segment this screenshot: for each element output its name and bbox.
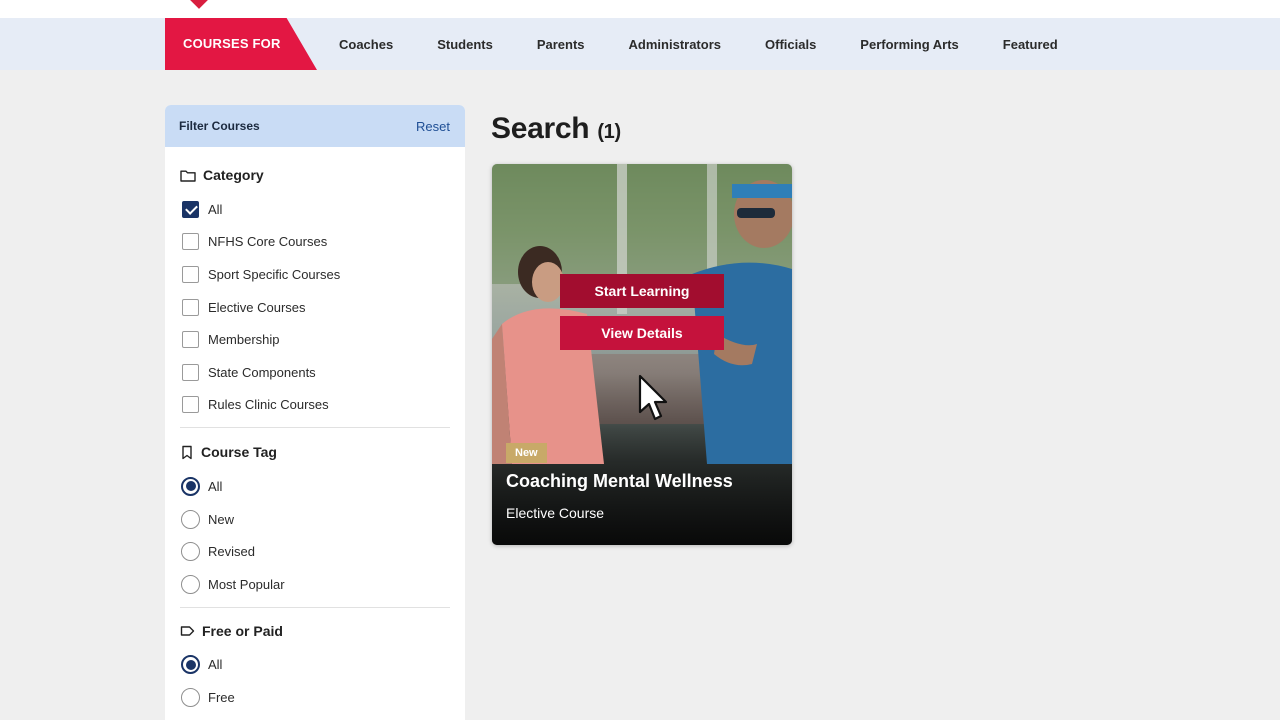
category-option-sport-specific[interactable]: Sport Specific Courses — [180, 258, 450, 291]
courses-for-label: COURSES FOR — [165, 18, 317, 70]
nav-item-administrators[interactable]: Administrators — [629, 37, 721, 52]
tag-option-most-popular[interactable]: Most Popular — [180, 568, 450, 601]
filter-header: Filter Courses Reset — [165, 105, 465, 147]
checkbox[interactable] — [182, 396, 199, 414]
option-label: Rules Clinic Courses — [208, 397, 329, 413]
checkbox[interactable] — [182, 265, 199, 283]
option-label: Sport Specific Courses — [208, 266, 341, 282]
nav-item-students[interactable]: Students — [437, 37, 493, 52]
option-label: State Components — [208, 364, 316, 380]
free-or-paid-section: Free or Paid All Free — [165, 608, 465, 714]
option-label: Membership — [208, 332, 280, 348]
option-label: Most Popular — [208, 576, 285, 592]
category-option-all[interactable]: All — [180, 193, 450, 226]
nav-item-performing-arts[interactable]: Performing Arts — [860, 37, 958, 52]
course-card[interactable]: Start Learning View Details New Coaching… — [492, 164, 792, 545]
result-count: (1) — [597, 121, 621, 143]
reset-button[interactable]: Reset — [416, 119, 450, 134]
tag-icon — [180, 625, 195, 636]
nav-item-coaches[interactable]: Coaches — [339, 37, 393, 52]
bookmark-icon — [182, 445, 192, 459]
price-option-free[interactable]: Free — [180, 681, 450, 714]
nav-item-parents[interactable]: Parents — [537, 37, 585, 52]
course-nav-bar: COURSES FOR Coaches Students Parents Adm… — [0, 18, 1280, 70]
radio-button[interactable] — [181, 509, 200, 529]
checkbox[interactable] — [182, 233, 199, 251]
new-badge: New — [506, 443, 547, 463]
nav-items: Coaches Students Parents Administrators … — [317, 18, 1080, 70]
search-title: Search — [491, 112, 590, 145]
category-option-membership[interactable]: Membership — [180, 323, 450, 356]
course-type: Elective Course — [506, 505, 605, 521]
price-option-all[interactable]: All — [180, 649, 450, 682]
checkbox[interactable] — [182, 363, 199, 381]
filter-title: Filter Courses — [179, 119, 260, 133]
view-details-button[interactable]: View Details — [560, 316, 724, 350]
category-option-rules-clinic[interactable]: Rules Clinic Courses — [180, 389, 450, 422]
option-label: New — [208, 511, 235, 527]
top-header-strip — [0, 0, 1280, 18]
category-option-state-components[interactable]: State Components — [180, 356, 450, 389]
option-label: Revised — [208, 544, 255, 560]
radio-button[interactable] — [181, 542, 200, 562]
category-heading: Category — [180, 165, 450, 185]
option-label: NFHS Core Courses — [208, 234, 328, 250]
option-label: All — [208, 657, 223, 673]
radio-button[interactable] — [181, 476, 200, 496]
checkbox[interactable] — [182, 298, 199, 316]
checkbox[interactable] — [182, 200, 199, 218]
free-or-paid-title: Free or Paid — [202, 622, 283, 639]
course-tag-heading: Course Tag — [180, 442, 450, 462]
tag-option-revised[interactable]: Revised — [180, 535, 450, 568]
course-tag-section: Course Tag All New Revised Most Popular — [165, 428, 465, 600]
category-option-nfhs-core[interactable]: NFHS Core Courses — [180, 226, 450, 259]
nav-item-officials[interactable]: Officials — [765, 37, 816, 52]
radio-button[interactable] — [181, 655, 200, 675]
category-title: Category — [203, 167, 264, 183]
checkbox[interactable] — [182, 331, 199, 349]
tag-option-new[interactable]: New — [180, 503, 450, 536]
option-label: Elective Courses — [208, 299, 306, 315]
category-option-elective[interactable]: Elective Courses — [180, 291, 450, 324]
page-title: Search (1) — [491, 112, 621, 146]
course-tag-title: Course Tag — [201, 444, 277, 461]
filter-sidebar: Filter Courses Reset Category All NFHS C… — [165, 105, 465, 720]
mouse-pointer-icon — [638, 374, 668, 421]
logo-icon[interactable] — [189, 0, 209, 9]
folder-icon — [180, 170, 196, 182]
radio-button[interactable] — [181, 574, 200, 594]
free-or-paid-heading: Free or Paid — [180, 621, 450, 641]
start-learning-button[interactable]: Start Learning — [560, 274, 724, 308]
option-label: All — [208, 201, 223, 217]
tag-option-all[interactable]: All — [180, 470, 450, 503]
nav-item-featured[interactable]: Featured — [1003, 37, 1058, 52]
option-label: Free — [208, 689, 235, 705]
course-title[interactable]: Coaching Mental Wellness — [506, 471, 733, 492]
category-section: Category All NFHS Core Courses Sport Spe… — [165, 147, 465, 421]
option-label: All — [208, 478, 223, 494]
radio-button[interactable] — [181, 687, 200, 707]
